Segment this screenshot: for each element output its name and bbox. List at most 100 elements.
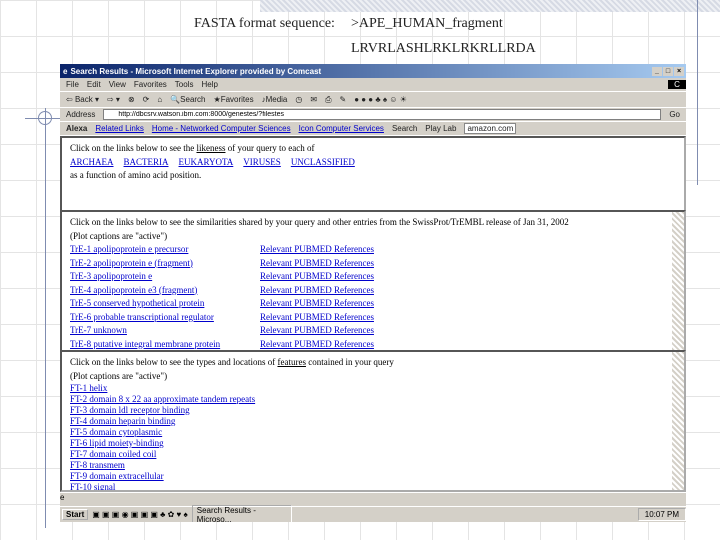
taskbar: Start ▣ ▣ ▣ ◉ ▣ ▣ ▣ ♣ ✿ ♥ ♠ Search Resul… bbox=[60, 504, 686, 522]
minimize-button[interactable]: _ bbox=[652, 66, 662, 76]
fasta-label: FASTA format sequence: bbox=[194, 16, 335, 31]
url-input[interactable] bbox=[103, 109, 662, 120]
feature-link[interactable]: FT-6 lipid moiety-binding bbox=[70, 438, 164, 448]
address-bar: Address Go bbox=[60, 108, 686, 122]
entry-link[interactable]: TrE-2 apolipoprotein e (fragment) bbox=[70, 257, 260, 271]
decorative-line bbox=[45, 108, 46, 528]
home-icon[interactable]: ⌂ bbox=[157, 95, 162, 104]
frame-similarities: Click on the links below to see the simi… bbox=[60, 210, 686, 352]
entry-link[interactable]: TrE-3 apolipoprotein e bbox=[70, 270, 260, 284]
likeness-link[interactable]: likeness bbox=[196, 143, 225, 153]
pubmed-link[interactable]: Relevant PUBMED References bbox=[260, 257, 460, 271]
start-button[interactable]: Start bbox=[62, 509, 89, 520]
frame-features: Click on the links below to see the type… bbox=[60, 350, 686, 492]
pubmed-link[interactable]: Relevant PUBMED References bbox=[260, 324, 460, 338]
browser-window: e Search Results - Microsoft Internet Ex… bbox=[60, 64, 686, 522]
entry-link[interactable]: TrE-7 unknown bbox=[70, 324, 260, 338]
menu-tools[interactable]: Tools bbox=[175, 80, 194, 89]
menu-favorites[interactable]: Favorites bbox=[134, 80, 167, 89]
history-icon[interactable]: ◷ bbox=[295, 95, 302, 104]
media-button[interactable]: ♪Media bbox=[262, 95, 288, 104]
quicklaunch-icons[interactable]: ▣ ▣ ▣ ◉ ▣ ▣ ▣ ♣ ✿ ♥ ♠ bbox=[92, 510, 188, 519]
entry-link[interactable]: TrE-4 apolipoprotein e3 (fragment) bbox=[70, 284, 260, 298]
maximize-button[interactable]: □ bbox=[663, 66, 673, 76]
pubmed-link[interactable]: Relevant PUBMED References bbox=[260, 270, 460, 284]
ie-icon: e bbox=[63, 66, 68, 76]
menu-file[interactable]: File bbox=[66, 80, 79, 89]
pubmed-link[interactable]: Relevant PUBMED References bbox=[260, 284, 460, 298]
pubmed-link[interactable]: Relevant PUBMED References bbox=[260, 311, 460, 325]
intro-text: Click on the links below to see the type… bbox=[70, 357, 278, 367]
entry-link[interactable]: TrE-6 probable transcriptional regulator bbox=[70, 311, 260, 325]
fasta-header: >APE_HUMAN_fragment bbox=[351, 16, 503, 31]
link-eukaryota[interactable]: EUKARYOTA bbox=[179, 156, 234, 170]
search-link[interactable]: Search bbox=[392, 124, 417, 133]
feature-link[interactable]: FT-1 helix bbox=[70, 383, 107, 393]
entry-link[interactable]: TrE-8 putative integral membrane protein bbox=[70, 338, 260, 351]
favorites-button[interactable]: ★Favorites bbox=[214, 95, 254, 104]
link-unclassified[interactable]: UNCLASSIFIED bbox=[291, 156, 355, 170]
edit-icon[interactable]: ✎ bbox=[339, 95, 346, 104]
feature-link[interactable]: FT-9 domain extracellular bbox=[70, 471, 164, 481]
related-links[interactable]: Related Links bbox=[95, 124, 143, 133]
frame-likeness: Click on the links below to see the like… bbox=[60, 136, 686, 212]
fasta-sequence: LRVRLASHLRKLRKRLLRDA bbox=[351, 41, 536, 56]
page-icon: e bbox=[60, 493, 65, 502]
scrollbar[interactable] bbox=[672, 212, 684, 350]
decorative-hatch-bar bbox=[260, 0, 720, 12]
link-viruses[interactable]: VIRUSES bbox=[243, 156, 281, 170]
feature-link[interactable]: FT-7 domain coiled coil bbox=[70, 449, 156, 459]
print-icon[interactable]: ⎙ bbox=[325, 95, 331, 105]
feature-link[interactable]: FT-5 domain cytoplasmic bbox=[70, 427, 162, 437]
pubmed-link[interactable]: Relevant PUBMED References bbox=[260, 297, 460, 311]
search-button[interactable]: 🔍Search bbox=[170, 95, 205, 104]
menu-help[interactable]: Help bbox=[201, 80, 217, 89]
intro-text: Click on the links below to see the bbox=[70, 143, 197, 153]
caption-text: (Plot captions are "active") bbox=[70, 370, 168, 381]
play-lab-link[interactable]: Play Lab bbox=[425, 124, 456, 133]
outro-text: as a function of amino acid position. bbox=[70, 170, 202, 180]
features-link[interactable]: features bbox=[277, 357, 305, 367]
amazon-button[interactable]: amazon.com bbox=[464, 123, 517, 134]
refresh-icon[interactable]: ⟳ bbox=[143, 95, 150, 104]
intro-text: contained in your query bbox=[305, 357, 394, 367]
decorative-circle bbox=[38, 111, 52, 125]
scrollbar[interactable] bbox=[672, 352, 684, 490]
go-button[interactable]: Go bbox=[669, 110, 686, 119]
forward-button[interactable]: ⇨ ▾ bbox=[107, 95, 120, 104]
link-home[interactable]: Home - Networked Computer Sciences bbox=[152, 124, 291, 133]
entry-link[interactable]: TrE-1 apolipoprotein e precursor bbox=[70, 243, 260, 257]
caption-text: (Plot captions are "active") bbox=[70, 230, 168, 241]
toolbar: ⇦ Back ▾ ⇨ ▾ ⊗ ⟳ ⌂ 🔍Search ★Favorites ♪M… bbox=[60, 92, 686, 108]
feature-link[interactable]: FT-10 signal bbox=[70, 482, 115, 490]
feature-link[interactable]: FT-8 transmem bbox=[70, 460, 125, 470]
link-icon-computer[interactable]: Icon Computer Services bbox=[299, 124, 384, 133]
taskbar-button-ie[interactable]: Search Results - Microso... bbox=[191, 504, 292, 522]
link-bacteria[interactable]: BACTERIA bbox=[124, 156, 169, 170]
decorative-line bbox=[697, 0, 698, 185]
pubmed-link[interactable]: Relevant PUBMED References bbox=[260, 243, 460, 257]
feature-link[interactable]: FT-4 domain heparin binding bbox=[70, 416, 175, 426]
menu-view[interactable]: View bbox=[109, 80, 126, 89]
link-archaea[interactable]: ARCHAEA bbox=[70, 156, 114, 170]
status-bar: e bbox=[60, 492, 686, 506]
mail-icon[interactable]: ✉ bbox=[310, 95, 317, 104]
menu-edit[interactable]: Edit bbox=[87, 80, 101, 89]
links-bar: Alexa Related Links Home - Networked Com… bbox=[60, 122, 686, 136]
clock: 10:07 PM bbox=[644, 510, 679, 519]
feature-link[interactable]: FT-3 domain ldl receptor binding bbox=[70, 405, 190, 415]
title-bar: e Search Results - Microsoft Internet Ex… bbox=[60, 64, 686, 78]
system-tray: 10:07 PM bbox=[637, 508, 686, 521]
feature-link[interactable]: FT-2 domain 8 x 22 aa approximate tandem… bbox=[70, 394, 255, 404]
address-label: Address bbox=[66, 110, 96, 119]
comcast-logo-icon: C bbox=[668, 80, 686, 89]
window-title: Search Results - Microsoft Internet Expl… bbox=[70, 66, 322, 76]
stop-icon[interactable]: ⊗ bbox=[128, 95, 135, 104]
toolbar-icons[interactable]: ● ● ● ♣ ♠ ☺ ☀ bbox=[354, 95, 407, 104]
back-button[interactable]: ⇦ Back ▾ bbox=[66, 95, 99, 104]
close-button[interactable]: × bbox=[674, 66, 684, 76]
alexa-button[interactable]: Alexa bbox=[66, 124, 87, 133]
pubmed-link[interactable]: Relevant PUBMED References bbox=[260, 338, 460, 351]
intro-text: Click on the links below to see the simi… bbox=[70, 217, 569, 227]
entry-link[interactable]: TrE-5 conserved hypothetical protein bbox=[70, 297, 260, 311]
